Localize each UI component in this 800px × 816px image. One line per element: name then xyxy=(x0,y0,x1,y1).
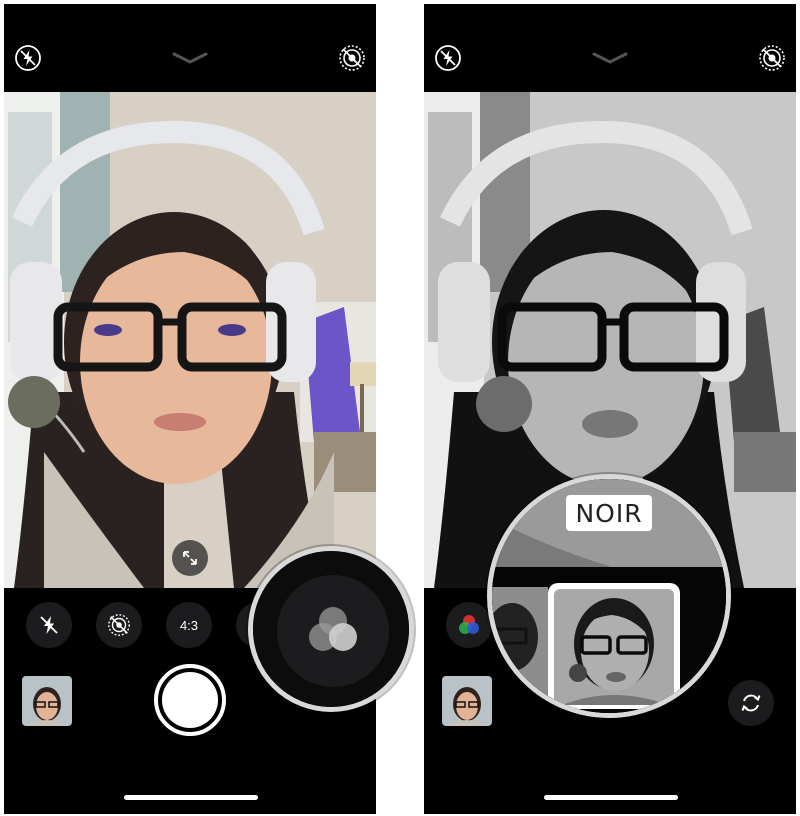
filter-thumbnail-previous[interactable] xyxy=(492,587,548,707)
live-photo-off-icon[interactable] xyxy=(338,44,366,72)
live-photo-off-icon[interactable] xyxy=(758,44,786,72)
chevron-down-icon[interactable] xyxy=(170,50,210,66)
top-bar xyxy=(4,4,376,92)
filters-icon xyxy=(459,615,479,634)
chevron-down-icon[interactable] xyxy=(590,50,630,66)
shutter-button[interactable] xyxy=(154,664,226,736)
flash-button[interactable] xyxy=(26,602,72,648)
thumbnail-image xyxy=(22,676,72,726)
home-indicator xyxy=(124,795,258,800)
camera-viewfinder[interactable] xyxy=(4,92,376,588)
flash-off-icon[interactable] xyxy=(434,44,462,72)
zoom-callout-filter-picker: NOIR xyxy=(487,474,731,718)
flash-off-icon[interactable] xyxy=(14,44,42,72)
shutter-inner xyxy=(162,672,218,728)
last-photo-thumbnail[interactable] xyxy=(442,676,492,726)
expand-button[interactable] xyxy=(172,540,208,576)
camera-flip-icon xyxy=(741,694,761,712)
expand-arrows-icon xyxy=(183,551,197,565)
filter-name-label: NOIR xyxy=(566,495,652,531)
flash-off-icon xyxy=(40,616,58,634)
aspect-ratio-button[interactable]: 4:3 xyxy=(166,602,212,648)
live-photo-off-icon xyxy=(108,614,130,636)
filters-button[interactable] xyxy=(446,602,492,648)
filter-thumbnail-noir-selected[interactable] xyxy=(548,583,680,709)
home-indicator xyxy=(544,795,678,800)
aspect-ratio-label: 4:3 xyxy=(179,617,199,633)
zoom-callout-filters-button xyxy=(248,546,414,712)
switch-camera-button[interactable] xyxy=(728,680,774,726)
top-bar xyxy=(424,4,796,92)
filters-button-magnified[interactable] xyxy=(253,551,409,707)
last-photo-thumbnail[interactable] xyxy=(22,676,72,726)
live-photo-button[interactable] xyxy=(96,602,142,648)
selfie-preview-color xyxy=(4,92,376,588)
thumbnail-image xyxy=(442,676,492,726)
